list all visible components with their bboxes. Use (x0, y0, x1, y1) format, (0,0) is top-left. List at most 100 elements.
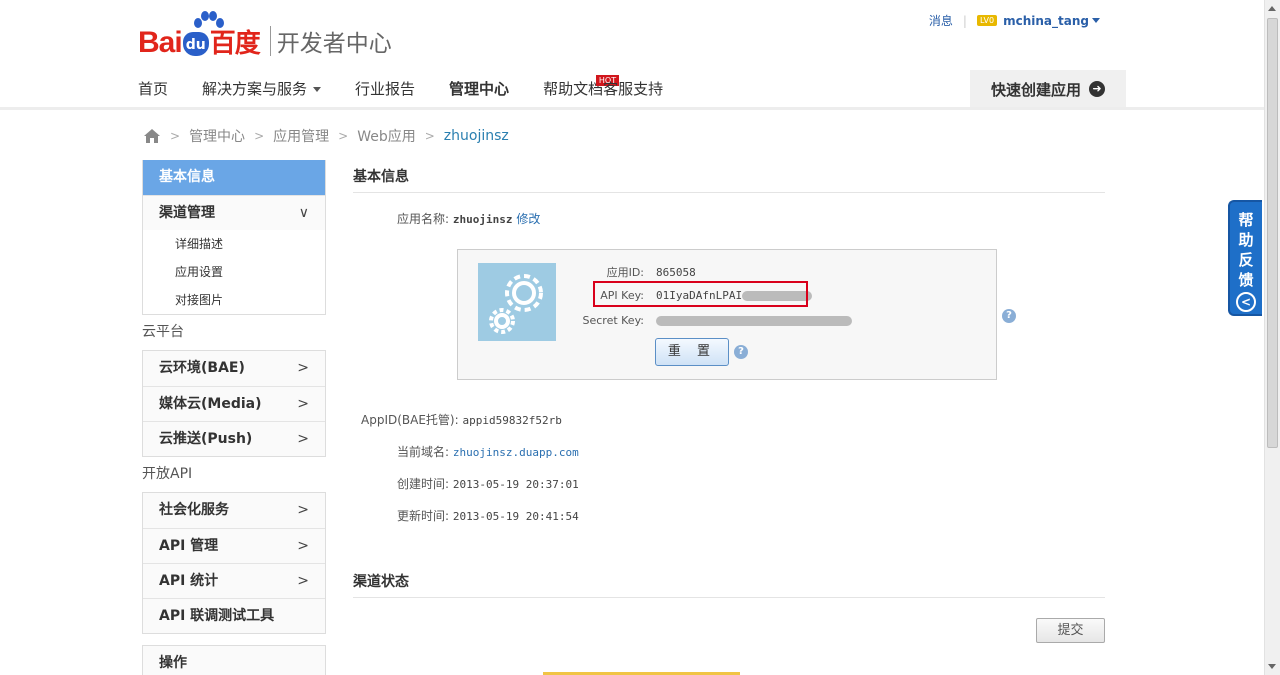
quick-create-app-button[interactable]: 快速创建应用 ➜ (970, 70, 1126, 108)
feedback-char: 馈 (1238, 271, 1254, 289)
sidebar-item-label: API 联调测试工具 (159, 608, 275, 624)
breadcrumb-current: zhuojinsz (443, 128, 509, 144)
nav-docs[interactable]: 帮助文档 HOT (543, 70, 620, 110)
app-name-value: zhuojinsz (452, 213, 513, 226)
updated-label: 更新时间: (397, 509, 450, 523)
messages-link[interactable]: 消息 (929, 12, 953, 29)
basic-info-title: 基本信息 (353, 160, 1105, 193)
sidebar-item-label: 社会化服务 (159, 502, 229, 518)
feedback-char: 帮 (1238, 211, 1254, 229)
chevron-right-icon: > (297, 502, 309, 518)
reset-key-button[interactable]: 重 置 (655, 338, 729, 366)
arrow-right-icon: ➜ (1089, 81, 1105, 97)
bae-appid-label: AppID(BAE托管): (361, 413, 459, 427)
sidebar: 基本信息 渠道管理 ∨ 详细描述 应用设置 对接图片 云平台 云环境(BAE) >… (142, 160, 326, 675)
help-icon[interactable]: ? (1002, 309, 1016, 323)
sidebar-item-ops[interactable]: 操作 (143, 646, 325, 675)
feedback-char: 反 (1238, 251, 1254, 269)
submit-button[interactable]: 提交 (1036, 618, 1105, 643)
main-nav: 首页 解决方案与服务 行业报告 管理中心 帮助文档 HOT 客服支持 (138, 70, 697, 110)
sidebar-item-media[interactable]: 媒体云(Media) > (143, 386, 325, 421)
header: Bai du 百度 开发者中心 消息 | LV0 mchina_tang 首页 … (0, 0, 1264, 110)
nav-management[interactable]: 管理中心 (449, 70, 510, 110)
chevron-down-icon (313, 87, 322, 92)
help-icon[interactable]: ? (734, 345, 748, 359)
help-feedback-tab[interactable]: 帮 助 反 馈 < (1228, 200, 1262, 316)
nav-home[interactable]: 首页 (138, 70, 168, 110)
sidebar-item-basic-info[interactable]: 基本信息 (143, 160, 325, 195)
sidebar-sub-description[interactable]: 详细描述 (143, 230, 325, 258)
sidebar-item-label: 媒体云(Media) (159, 396, 262, 412)
feedback-char: 助 (1238, 231, 1254, 249)
logo-du-paw: du (182, 32, 209, 56)
sidebar-item-label: 渠道管理 (159, 205, 215, 221)
home-icon[interactable] (143, 128, 161, 144)
sidebar-sub-settings[interactable]: 应用设置 (143, 258, 325, 286)
sidebar-item-label: API 统计 (159, 573, 219, 589)
sidebar-item-channel[interactable]: 渠道管理 ∨ (143, 195, 325, 230)
nav-reports-label: 行业报告 (355, 80, 416, 98)
chevron-left-icon: < (1236, 292, 1256, 312)
level-badge: LV0 (976, 15, 998, 26)
app-gear-icon (478, 263, 556, 341)
secret-key-label: Secret Key: (582, 314, 644, 327)
nav-reports[interactable]: 行业报告 (355, 70, 415, 110)
edit-app-name-link[interactable]: 修改 (516, 212, 540, 226)
scroll-up-icon[interactable] (1268, 6, 1276, 11)
divider: | (962, 13, 967, 28)
sidebar-item-social[interactable]: 社会化服务 > (143, 493, 325, 528)
breadcrumb-management[interactable]: 管理中心 (189, 126, 245, 146)
created-label: 创建时间: (397, 477, 450, 491)
app-id-value: 865058 (656, 266, 696, 279)
domain-link[interactable]: zhuojinsz.duapp.com (453, 446, 579, 459)
breadcrumb-app-management[interactable]: 应用管理 (273, 126, 329, 146)
app-name-row: 应用名称: zhuojinsz 修改 (397, 210, 540, 227)
sidebar-api-box: 社会化服务 > API 管理 > API 统计 > API 联调测试工具 (142, 492, 326, 634)
username-link[interactable]: mchina_tang (1003, 14, 1089, 28)
channel-status-title: 渠道状态 (353, 565, 1105, 598)
chevron-right-icon: > (297, 538, 309, 554)
breadcrumb-separator: > (254, 129, 265, 143)
sidebar-item-bae[interactable]: 云环境(BAE) > (143, 351, 325, 386)
chevron-down-icon[interactable] (1092, 18, 1100, 23)
api-key-highlight (593, 281, 808, 307)
breadcrumb-separator: > (170, 129, 181, 143)
header-divider (0, 107, 1264, 110)
breadcrumb-separator: > (424, 129, 435, 143)
domain-label: 当前域名: (397, 445, 450, 459)
sidebar-sub-images[interactable]: 对接图片 (143, 286, 325, 314)
scroll-down-icon[interactable] (1268, 664, 1276, 669)
breadcrumb-separator: > (338, 129, 349, 143)
domain-row: 当前域名: zhuojinsz.duapp.com (397, 443, 579, 460)
chevron-right-icon: > (297, 396, 309, 412)
paw-icon (194, 11, 224, 28)
secret-key-redacted (656, 316, 852, 326)
nav-solutions[interactable]: 解决方案与服务 (202, 70, 322, 110)
sidebar-cloud-box: 云环境(BAE) > 媒体云(Media) > 云推送(Push) > (142, 350, 326, 457)
sidebar-item-push[interactable]: 云推送(Push) > (143, 421, 325, 456)
sidebar-item-api-stats[interactable]: API 统计 > (143, 563, 325, 598)
sidebar-item-label: API 管理 (159, 538, 219, 554)
logo-separator (269, 26, 271, 56)
nav-home-label: 首页 (138, 80, 169, 98)
sidebar-item-api-test[interactable]: API 联调测试工具 (143, 598, 325, 633)
breadcrumb-web-app[interactable]: Web应用 (357, 126, 416, 146)
created-value: 2013-05-19 20:37:01 (452, 478, 579, 491)
baidu-logo[interactable]: Bai du 百度 开发者中心 (138, 12, 392, 60)
main-content: 基本信息 应用名称: zhuojinsz 修改 应用ID: 865058 API … (353, 160, 1105, 675)
logo-bai-text: Bai (138, 26, 183, 59)
bae-appid-value: appid59832f52rb (462, 414, 562, 427)
nav-support[interactable]: 客服支持 (603, 70, 663, 110)
scrollbar-thumb[interactable] (1267, 18, 1278, 448)
quick-create-label: 快速创建应用 (990, 80, 1081, 99)
app-name-label: 应用名称: (397, 212, 450, 226)
chevron-down-icon: ∨ (298, 205, 309, 221)
app-id-label: 应用ID: (606, 266, 644, 279)
secret-key-value (656, 314, 852, 327)
page-scrollbar[interactable] (1264, 0, 1280, 675)
sidebar-item-api-manage[interactable]: API 管理 > (143, 528, 325, 563)
sidebar-group-cloud: 云平台 (142, 324, 184, 340)
top-right-bar: 消息 | LV0 mchina_tang (929, 12, 1100, 29)
nav-solutions-label: 解决方案与服务 (202, 80, 308, 98)
app-id-row: 应用ID: 865058 (578, 264, 696, 280)
